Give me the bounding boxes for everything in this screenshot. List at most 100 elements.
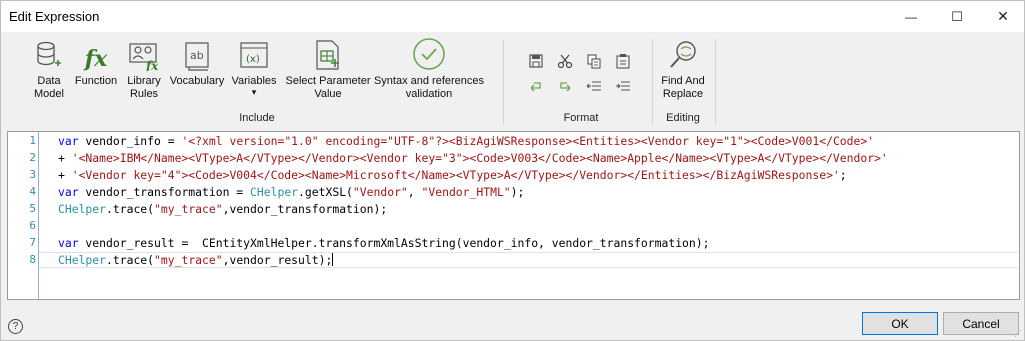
- minimize-icon: —: [905, 9, 917, 24]
- include-group-label: Include: [239, 112, 275, 124]
- line-number: 8: [29, 253, 36, 266]
- title-bar: Edit Expression — ☐ ✕: [1, 1, 1024, 32]
- indent-icon[interactable]: [615, 78, 631, 94]
- editing-group-label: Editing: [666, 112, 700, 124]
- close-button[interactable]: ✕: [980, 1, 1025, 32]
- code-line: + '<Vendor key="4"><Code>V004</Code><Nam…: [58, 168, 847, 182]
- function-label: Function: [74, 75, 118, 87]
- dialog-title: Edit Expression: [9, 9, 100, 24]
- find-replace-icon: [655, 35, 711, 75]
- code-line: var vendor_transformation = CHelper.getX…: [58, 185, 524, 199]
- select-parameter-value-label: Select Parameter Value: [285, 75, 371, 100]
- code-token: "Vendor_HTML": [421, 185, 511, 199]
- ribbon-separator: [652, 39, 653, 125]
- code-token: .getXSL(: [298, 185, 353, 199]
- svg-text:fx: fx: [145, 59, 159, 71]
- variables-icon: (x): [229, 35, 279, 75]
- code-line: var vendor_info = '<?xml version="1.0" e…: [58, 134, 874, 148]
- code-token: CHelper: [250, 185, 299, 199]
- find-replace-label: Find And Replace: [661, 75, 705, 100]
- function-button[interactable]: fx Function: [71, 35, 121, 88]
- edit-expression-dialog: Edit Expression — ☐ ✕ Data Model fx Func…: [0, 0, 1025, 341]
- parameter-table-icon: [283, 35, 373, 75]
- syntax-validation-button[interactable]: Syntax and references validation: [371, 35, 487, 101]
- fx-icon: fx: [84, 46, 108, 72]
- outdent-icon[interactable]: [586, 78, 602, 94]
- code-token: '<Vendor key="4"><Code>V004</Code><Name>…: [71, 168, 840, 182]
- code-token: '<Name>IBM</Name><VType>A</VType></Vendo…: [71, 151, 888, 165]
- maximize-button[interactable]: ☐: [934, 1, 980, 32]
- line-number: 4: [29, 185, 36, 198]
- close-icon: ✕: [997, 8, 1009, 24]
- code-line: CHelper.trace("my_trace",vendor_transfor…: [58, 202, 387, 216]
- maximize-icon: ☐: [951, 8, 963, 24]
- code-line: + '<Name>IBM</Name><VType>A</VType></Ven…: [58, 151, 888, 165]
- ok-button[interactable]: OK: [862, 312, 938, 335]
- code-token: CHelper: [58, 253, 107, 267]
- svg-text:(x): (x): [246, 54, 260, 65]
- syntax-validation-label: Syntax and references validation: [373, 75, 485, 100]
- code-token: var: [58, 185, 79, 199]
- database-add-icon: [21, 35, 77, 75]
- line-number: 3: [29, 168, 36, 181]
- code-token: ,vendor_transformation);: [222, 202, 388, 216]
- code-line: CHelper.trace("my_trace",vendor_result);: [58, 253, 334, 267]
- code-token: CHelper: [58, 202, 107, 216]
- variables-button[interactable]: (x) Variables ▾: [229, 35, 279, 97]
- cut-icon[interactable]: [557, 53, 573, 69]
- code-token: ;: [839, 168, 847, 182]
- data-model-button[interactable]: Data Model: [21, 35, 77, 101]
- find-replace-button[interactable]: Find And Replace: [655, 35, 711, 101]
- code-token: vendor_info =: [78, 134, 182, 148]
- line-number: 2: [29, 151, 36, 164]
- undo-icon[interactable]: [528, 78, 544, 94]
- library-rules-label: Library Rules: [127, 75, 161, 100]
- code-token: +: [58, 168, 72, 182]
- svg-text:ab: ab: [190, 49, 204, 62]
- code-token: var: [58, 236, 79, 250]
- code-editor[interactable]: 1 var vendor_info = '<?xml version="1.0" …: [7, 131, 1020, 300]
- vocabulary-button[interactable]: ab Vocabulary: [167, 35, 227, 88]
- dialog-footer: ? OK Cancel ⋰: [1, 306, 1024, 340]
- text-caret: [332, 253, 334, 266]
- code-token: ,: [407, 185, 422, 199]
- copy-icon[interactable]: [586, 53, 602, 69]
- select-parameter-value-button[interactable]: Select Parameter Value: [283, 35, 373, 101]
- code-token: );: [510, 185, 525, 199]
- line-number: 5: [29, 202, 36, 215]
- save-icon[interactable]: [528, 53, 544, 69]
- code-token: .trace(: [106, 202, 155, 216]
- minimize-button[interactable]: —: [888, 1, 934, 32]
- code-token: .trace(: [106, 253, 155, 267]
- library-rules-button[interactable]: fx Library Rules: [121, 35, 167, 101]
- variables-dropdown-icon: ▾: [251, 87, 257, 97]
- ribbon-separator: [503, 39, 504, 125]
- format-group-label: Format: [563, 112, 599, 124]
- ribbon-toolbar: Data Model fx Function fx Library Rules: [5, 35, 1020, 127]
- code-token: "my_trace": [154, 253, 223, 267]
- line-number: 1: [29, 134, 36, 147]
- code-token: "Vendor": [352, 185, 408, 199]
- line-number: 7: [29, 236, 36, 249]
- code-token: '<?xml version="1.0" encoding="UTF-8"?><…: [181, 134, 875, 148]
- check-circle-icon: [371, 35, 487, 75]
- code-token: vendor_result = CEntityXmlHelper.transfo…: [78, 236, 710, 250]
- code-token: var: [58, 134, 79, 148]
- redo-icon[interactable]: [557, 78, 573, 94]
- cancel-button[interactable]: Cancel: [943, 312, 1019, 335]
- help-icon[interactable]: ?: [8, 319, 23, 334]
- ribbon-separator: [715, 39, 716, 125]
- resize-grip-icon[interactable]: ⋰: [1014, 329, 1022, 338]
- vocabulary-label: Vocabulary: [169, 75, 225, 87]
- code-token: ,vendor_result);: [222, 253, 333, 267]
- library-rules-icon: fx: [121, 35, 167, 75]
- data-model-label: Data Model: [34, 75, 64, 100]
- vocabulary-book-icon: ab: [167, 35, 227, 75]
- paste-icon[interactable]: [615, 53, 631, 69]
- gutter-divider: [38, 132, 39, 299]
- code-token: vendor_transformation =: [78, 185, 251, 199]
- code-line: var vendor_result = CEntityXmlHelper.tra…: [58, 236, 710, 250]
- line-number: 6: [29, 219, 36, 232]
- code-token: +: [58, 151, 72, 165]
- code-token: "my_trace": [154, 202, 223, 216]
